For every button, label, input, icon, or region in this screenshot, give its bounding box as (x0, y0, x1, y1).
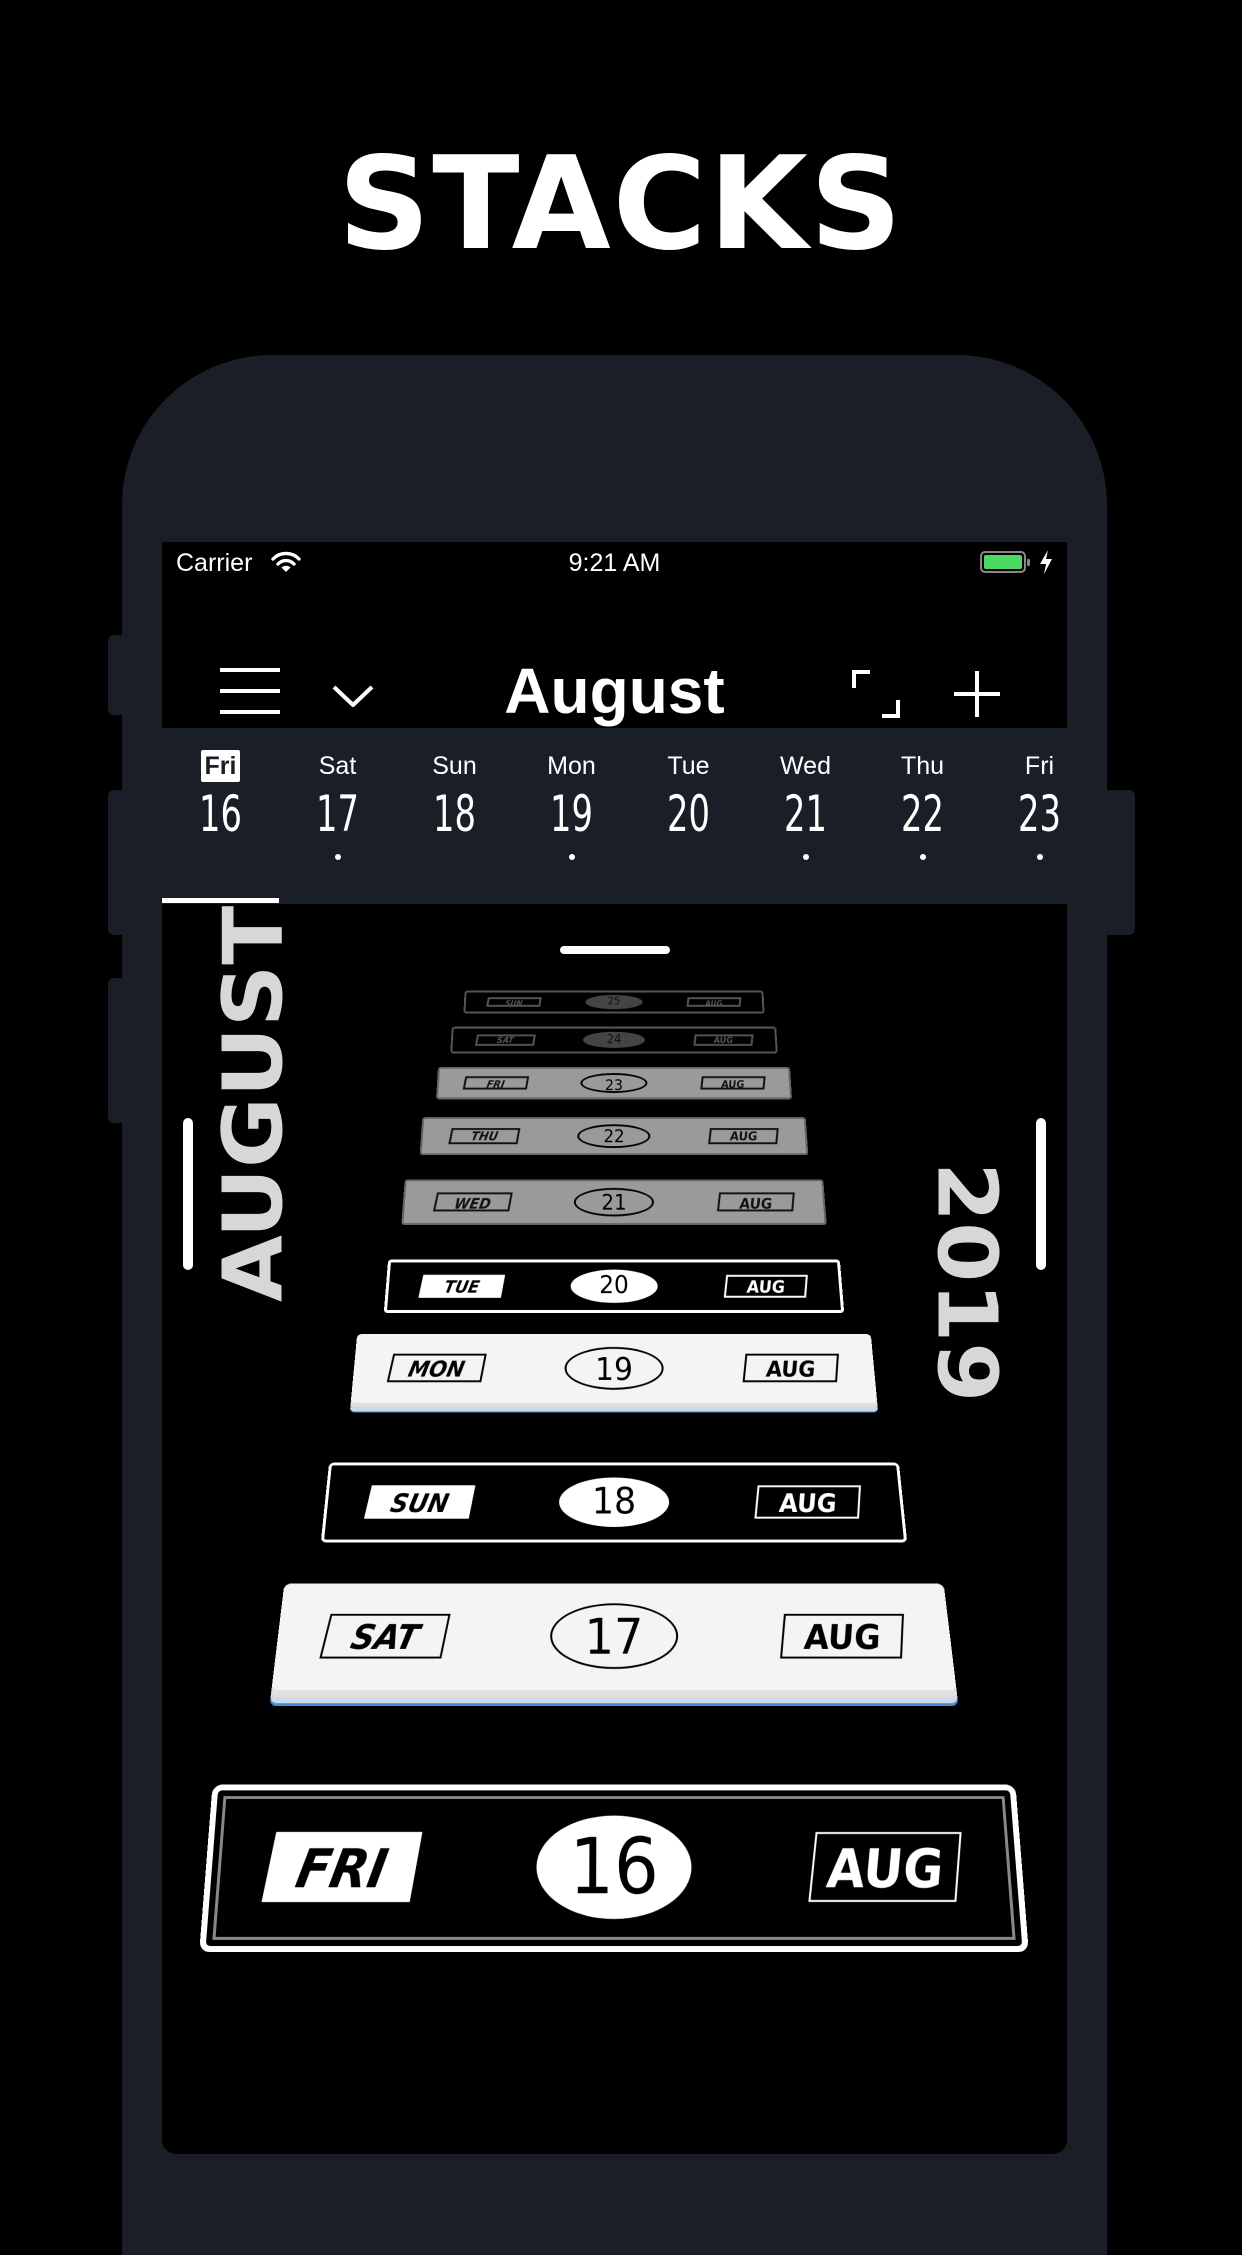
right-edge-bar (1036, 1118, 1046, 1270)
charging-icon (1040, 550, 1052, 574)
date-card[interactable]: FRI 16 AUG (199, 1784, 1029, 1953)
date-cell[interactable]: Thu 22 (864, 750, 981, 860)
volume-down-button (108, 978, 126, 1123)
card-month: AUG (686, 997, 742, 1008)
card-weekday: FRI (261, 1832, 423, 1903)
card-month: AUG (742, 1353, 839, 1383)
card-weekday: MON (387, 1353, 487, 1383)
card-day-number: 22 (577, 1124, 651, 1148)
date-card[interactable]: SAT 24 AUG (450, 1026, 778, 1054)
plus-icon[interactable] (954, 671, 1000, 717)
selected-day-indicator (162, 898, 279, 903)
weekday-label: Sun (432, 752, 477, 780)
card-day-number: 24 (582, 1031, 646, 1049)
date-card[interactable]: SAT 17 AUG (271, 1583, 957, 1691)
date-card[interactable]: FRI 23 AUG (435, 1066, 793, 1100)
headline: STACKS (338, 130, 904, 279)
day-number: 21 (784, 785, 827, 843)
card-weekday: THU (448, 1128, 521, 1144)
day-number: 20 (667, 785, 710, 843)
day-number: 19 (550, 785, 593, 843)
card-weekday: FRI (462, 1076, 529, 1091)
day-number: 22 (901, 785, 944, 843)
card-month: AUG (780, 1613, 904, 1659)
date-card[interactable]: WED 21 AUG (401, 1179, 827, 1226)
app-screen: Carrier 9:21 AM August Fri 16 Sat 17 Sun… (162, 542, 1067, 2154)
day-number: 17 (316, 785, 359, 843)
card-day-number: 23 (580, 1073, 648, 1094)
card-month: AUG (723, 1274, 808, 1298)
date-cell[interactable]: Fri 23 (981, 750, 1067, 860)
card-day-number: 20 (570, 1269, 658, 1303)
day-number: 16 (199, 785, 242, 843)
date-card[interactable]: SUN 25 AUG (463, 990, 765, 1014)
expand-icon[interactable] (852, 670, 900, 718)
card-day-number: 21 (573, 1187, 655, 1217)
date-cell[interactable]: Mon 19 (513, 750, 630, 860)
date-card[interactable]: SUN 18 AUG (320, 1462, 908, 1543)
date-cell[interactable]: Sun 18 (396, 750, 513, 842)
date-card[interactable]: THU 22 AUG (419, 1117, 809, 1156)
card-month: AUG (707, 1128, 779, 1144)
card-weekday: SAT (474, 1034, 536, 1046)
card-day-number: 19 (564, 1346, 664, 1390)
card-day-number: 16 (535, 1815, 693, 1920)
card-month: AUG (808, 1832, 962, 1903)
volume-up-button (108, 790, 126, 935)
date-card[interactable]: MON 19 AUG (350, 1334, 878, 1403)
left-edge-bar (183, 1118, 193, 1270)
weekday-label: Fri (1024, 752, 1055, 780)
card-weekday: SAT (319, 1613, 451, 1659)
card-month: AUG (716, 1192, 795, 1212)
card-day-number: 18 (558, 1477, 670, 1527)
card-month: AUG (699, 1076, 765, 1091)
event-dot (803, 854, 809, 860)
weekday-label: Tue (667, 752, 710, 780)
date-cell[interactable]: Tue 20 (630, 750, 747, 842)
event-dot (569, 854, 575, 860)
power-button (1103, 790, 1135, 935)
event-dot (335, 854, 341, 860)
card-weekday: TUE (418, 1274, 506, 1298)
date-strip: Fri 16 Sat 17 Sun 18 Mon 19 Tue 20 Wed 2… (162, 728, 1067, 904)
battery-icon (980, 551, 1030, 573)
weekday-label: Fri (200, 750, 241, 782)
event-dot (1037, 854, 1043, 860)
month-title[interactable]: August (162, 654, 1067, 728)
card-weekday: SUN (486, 997, 542, 1008)
date-card[interactable]: TUE 20 AUG (383, 1259, 845, 1313)
year-side-label: 2019 (918, 1162, 1014, 1403)
card-weekday: WED (432, 1192, 513, 1212)
date-cell[interactable]: Sat 17 (279, 750, 396, 860)
status-bar: Carrier 9:21 AM (162, 542, 1067, 586)
day-number: 23 (1018, 785, 1061, 843)
status-time: 9:21 AM (568, 549, 661, 577)
date-cell[interactable]: Fri 16 (162, 750, 279, 842)
mute-switch (108, 635, 126, 715)
card-day-number: 17 (549, 1603, 679, 1670)
weekday-label: Thu (900, 752, 945, 780)
card-month: AUG (692, 1034, 753, 1046)
month-side-label: AUGUST (206, 905, 302, 1302)
weekday-label: Sat (318, 752, 357, 780)
day-number: 18 (433, 785, 476, 843)
card-weekday: SUN (364, 1485, 476, 1519)
weekday-label: Wed (780, 752, 831, 780)
card-day-number: 25 (585, 994, 643, 1010)
card-month: AUG (753, 1485, 861, 1519)
event-dot (920, 854, 926, 860)
weekday-label: Mon (547, 752, 596, 780)
date-cell[interactable]: Wed 21 (747, 750, 864, 860)
drag-handle[interactable] (560, 946, 670, 954)
